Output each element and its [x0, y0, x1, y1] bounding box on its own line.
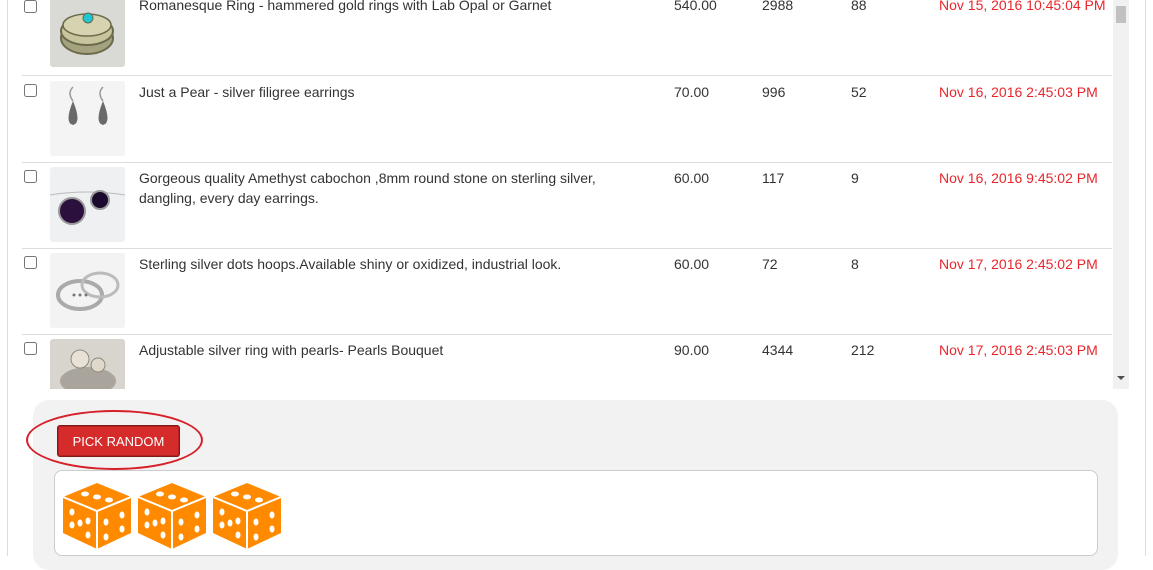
listing-views: 996 — [762, 84, 786, 100]
listing-views: 4344 — [762, 342, 794, 358]
page-border-left — [7, 0, 8, 556]
listing-thumbnail[interactable] — [50, 81, 125, 156]
scroll-down-arrow-icon[interactable] — [1117, 376, 1125, 380]
listing-price: 70.00 — [674, 84, 710, 100]
listing-date: Nov 17, 2016 2:45:03 PM — [939, 342, 1098, 358]
listing-thumbnail[interactable] — [50, 253, 125, 328]
listing-price: 60.00 — [674, 170, 710, 186]
listing-favorites: 212 — [851, 342, 875, 358]
listing-date: Nov 16, 2016 9:45:02 PM — [939, 170, 1098, 186]
table-row: Adjustable silver ring with pearls- Pear… — [22, 334, 1112, 389]
dice-icon — [212, 483, 282, 549]
listing-thumbnail[interactable] — [50, 0, 125, 67]
listing-views: 117 — [762, 170, 785, 186]
listing-date: Nov 15, 2016 10:45:04 PM — [939, 0, 1106, 13]
page-border-right — [1145, 0, 1146, 556]
listing-title: Romanesque Ring - hammered gold rings wi… — [139, 0, 552, 13]
table-row: Gorgeous quality Amethyst cabochon ,8mm … — [22, 162, 1112, 249]
listing-favorites: 52 — [851, 84, 867, 100]
listing-thumbnail[interactable] — [50, 339, 125, 389]
listing-price: 90.00 — [674, 342, 710, 358]
row-checkbox[interactable] — [24, 256, 37, 269]
listing-title: Adjustable silver ring with pearls- Pear… — [139, 342, 444, 358]
listings-table: Romanesque Ring - hammered gold rings wi… — [22, 0, 1112, 389]
listing-favorites: 9 — [851, 170, 859, 186]
table-row: Just a Pear - silver filigree earrings 7… — [22, 76, 1112, 163]
listing-favorites: 88 — [851, 0, 867, 13]
listing-date: Nov 16, 2016 2:45:03 PM — [939, 84, 1098, 100]
table-scrollbar[interactable] — [1113, 0, 1129, 389]
table-row: Romanesque Ring - hammered gold rings wi… — [22, 0, 1112, 76]
listing-title: Sterling silver dots hoops.Available shi… — [139, 256, 562, 272]
pick-random-button[interactable]: PICK RANDOM — [57, 425, 180, 457]
listing-favorites: 8 — [851, 256, 859, 272]
listing-thumbnail[interactable] — [50, 167, 125, 242]
listing-price: 60.00 — [674, 256, 710, 272]
row-checkbox[interactable] — [24, 0, 37, 13]
listing-date: Nov 17, 2016 2:45:02 PM — [939, 256, 1098, 272]
listing-title: Just a Pear - silver filigree earrings — [139, 84, 355, 100]
dice-icon — [137, 483, 207, 549]
row-checkbox[interactable] — [24, 170, 37, 183]
row-checkbox[interactable] — [24, 342, 37, 355]
random-picker-panel: PICK RANDOM — [33, 400, 1118, 570]
dice-icon — [62, 483, 132, 549]
row-checkbox[interactable] — [24, 84, 37, 97]
table-row: Sterling silver dots hoops.Available shi… — [22, 248, 1112, 335]
dice-result-box — [54, 470, 1098, 556]
listing-views: 2988 — [762, 0, 794, 13]
listing-price: 540.00 — [674, 0, 717, 13]
scrollbar-thumb[interactable] — [1116, 6, 1126, 23]
listing-title: Gorgeous quality Amethyst cabochon ,8mm … — [139, 170, 596, 206]
listing-views: 72 — [762, 256, 778, 272]
